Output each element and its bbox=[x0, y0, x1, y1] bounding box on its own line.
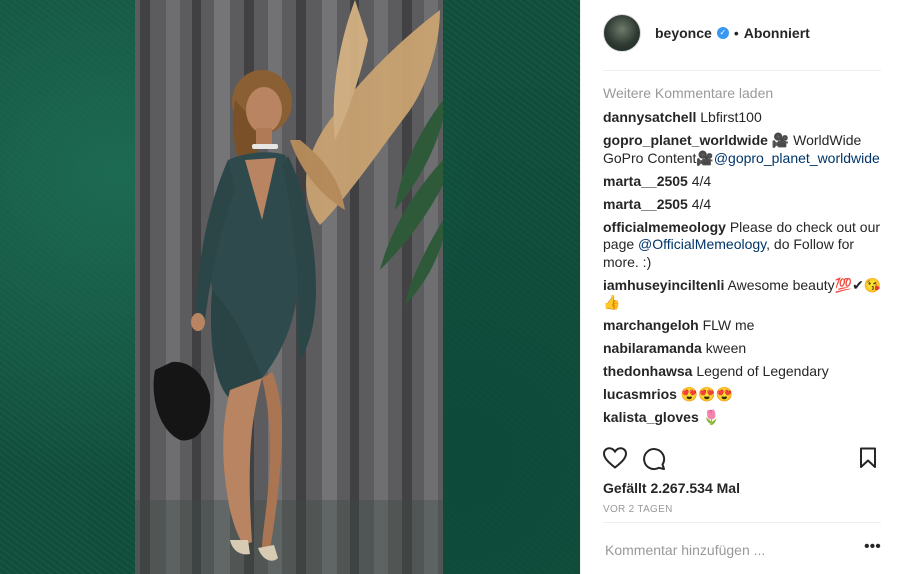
comment-text: Legend of Legendary bbox=[696, 363, 829, 379]
bookmark-icon[interactable] bbox=[859, 447, 877, 474]
comment-item: gopro_planet_worldwide 🎥 WorldWide GoPro… bbox=[603, 132, 883, 167]
comment-item: nabilaramanda kween bbox=[603, 340, 883, 358]
comment-username[interactable]: gopro_planet_worldwide bbox=[603, 132, 768, 148]
comment-item: marchangeloh FLW me bbox=[603, 317, 883, 335]
verified-badge-icon: ✓ bbox=[716, 27, 729, 39]
post-timestamp[interactable]: VOR 2 TAGEN bbox=[603, 504, 673, 515]
comment-mention-link[interactable]: @gopro_planet_worldwide bbox=[714, 150, 880, 166]
more-options-icon[interactable]: ••• bbox=[864, 539, 881, 555]
post-sidebar: beyonce ✓ • Abonniert Weitere Kommentare… bbox=[580, 0, 900, 574]
load-more-comments-link[interactable]: Weitere Kommentare laden bbox=[603, 85, 773, 101]
comment-item: kalista_gloves 🌷 bbox=[603, 409, 883, 427]
comment-text: kween bbox=[705, 340, 747, 356]
comment-text: 4/4 bbox=[691, 172, 712, 189]
comment-item: marta__2505 4/4 bbox=[603, 196, 883, 214]
add-comment-input[interactable] bbox=[605, 540, 845, 560]
comment-text: 🌷 bbox=[702, 409, 721, 425]
follow-status-button[interactable]: Abonniert bbox=[744, 25, 810, 41]
header-separator: • bbox=[733, 25, 739, 41]
post-username[interactable]: beyonce bbox=[655, 25, 712, 41]
heart-icon[interactable] bbox=[602, 447, 628, 474]
comment-text: FLW me bbox=[702, 317, 755, 333]
comment-item: dannysatchell Lbfirst100 bbox=[603, 109, 883, 127]
comment-text: 4/4 bbox=[691, 195, 712, 212]
comment-username[interactable]: marta__2505 bbox=[603, 173, 688, 189]
comment-text: 😍😍😍 bbox=[680, 386, 734, 402]
comment-username[interactable]: dannysatchell bbox=[603, 109, 696, 125]
divider-top bbox=[603, 70, 881, 71]
comment-item: officialmemeology Please do check out ou… bbox=[603, 219, 883, 272]
comment-item: iamhuseyinciltenli Awesome beauty💯✔😘👍 bbox=[603, 277, 883, 312]
comment-username[interactable]: lucasmrios bbox=[603, 386, 677, 402]
photo-illustration bbox=[135, 0, 443, 574]
comment-username[interactable]: nabilaramanda bbox=[603, 340, 702, 356]
comment-username[interactable]: kalista_gloves bbox=[603, 409, 699, 425]
comment-item: thedonhawsa Legend of Legendary bbox=[603, 363, 883, 381]
post-photo[interactable] bbox=[0, 0, 580, 574]
likes-count[interactable]: Gefällt 2.267.534 Mal bbox=[603, 480, 740, 496]
comment-list: dannysatchell Lbfirst100 gopro_planet_wor… bbox=[603, 109, 883, 432]
comment-username[interactable]: officialmemeology bbox=[603, 219, 726, 235]
comment-icon[interactable] bbox=[642, 447, 666, 476]
comment-text: Lbfirst100 bbox=[700, 109, 762, 125]
comment-username[interactable]: marchangeloh bbox=[603, 317, 699, 333]
comment-username[interactable]: marta__2505 bbox=[603, 196, 688, 212]
avatar[interactable] bbox=[603, 14, 641, 52]
action-bar bbox=[602, 447, 881, 476]
comment-username[interactable]: thedonhawsa bbox=[603, 363, 692, 379]
post-header: beyonce ✓ • Abonniert bbox=[603, 13, 883, 53]
comment-item: marta__2505 4/4 bbox=[603, 173, 883, 191]
divider-bottom bbox=[603, 522, 881, 523]
comment-item: lucasmrios 😍😍😍 bbox=[603, 386, 883, 404]
comment-mention-link[interactable]: @OfficialMemeology bbox=[638, 236, 766, 252]
comment-username[interactable]: iamhuseyinciltenli bbox=[603, 277, 724, 293]
